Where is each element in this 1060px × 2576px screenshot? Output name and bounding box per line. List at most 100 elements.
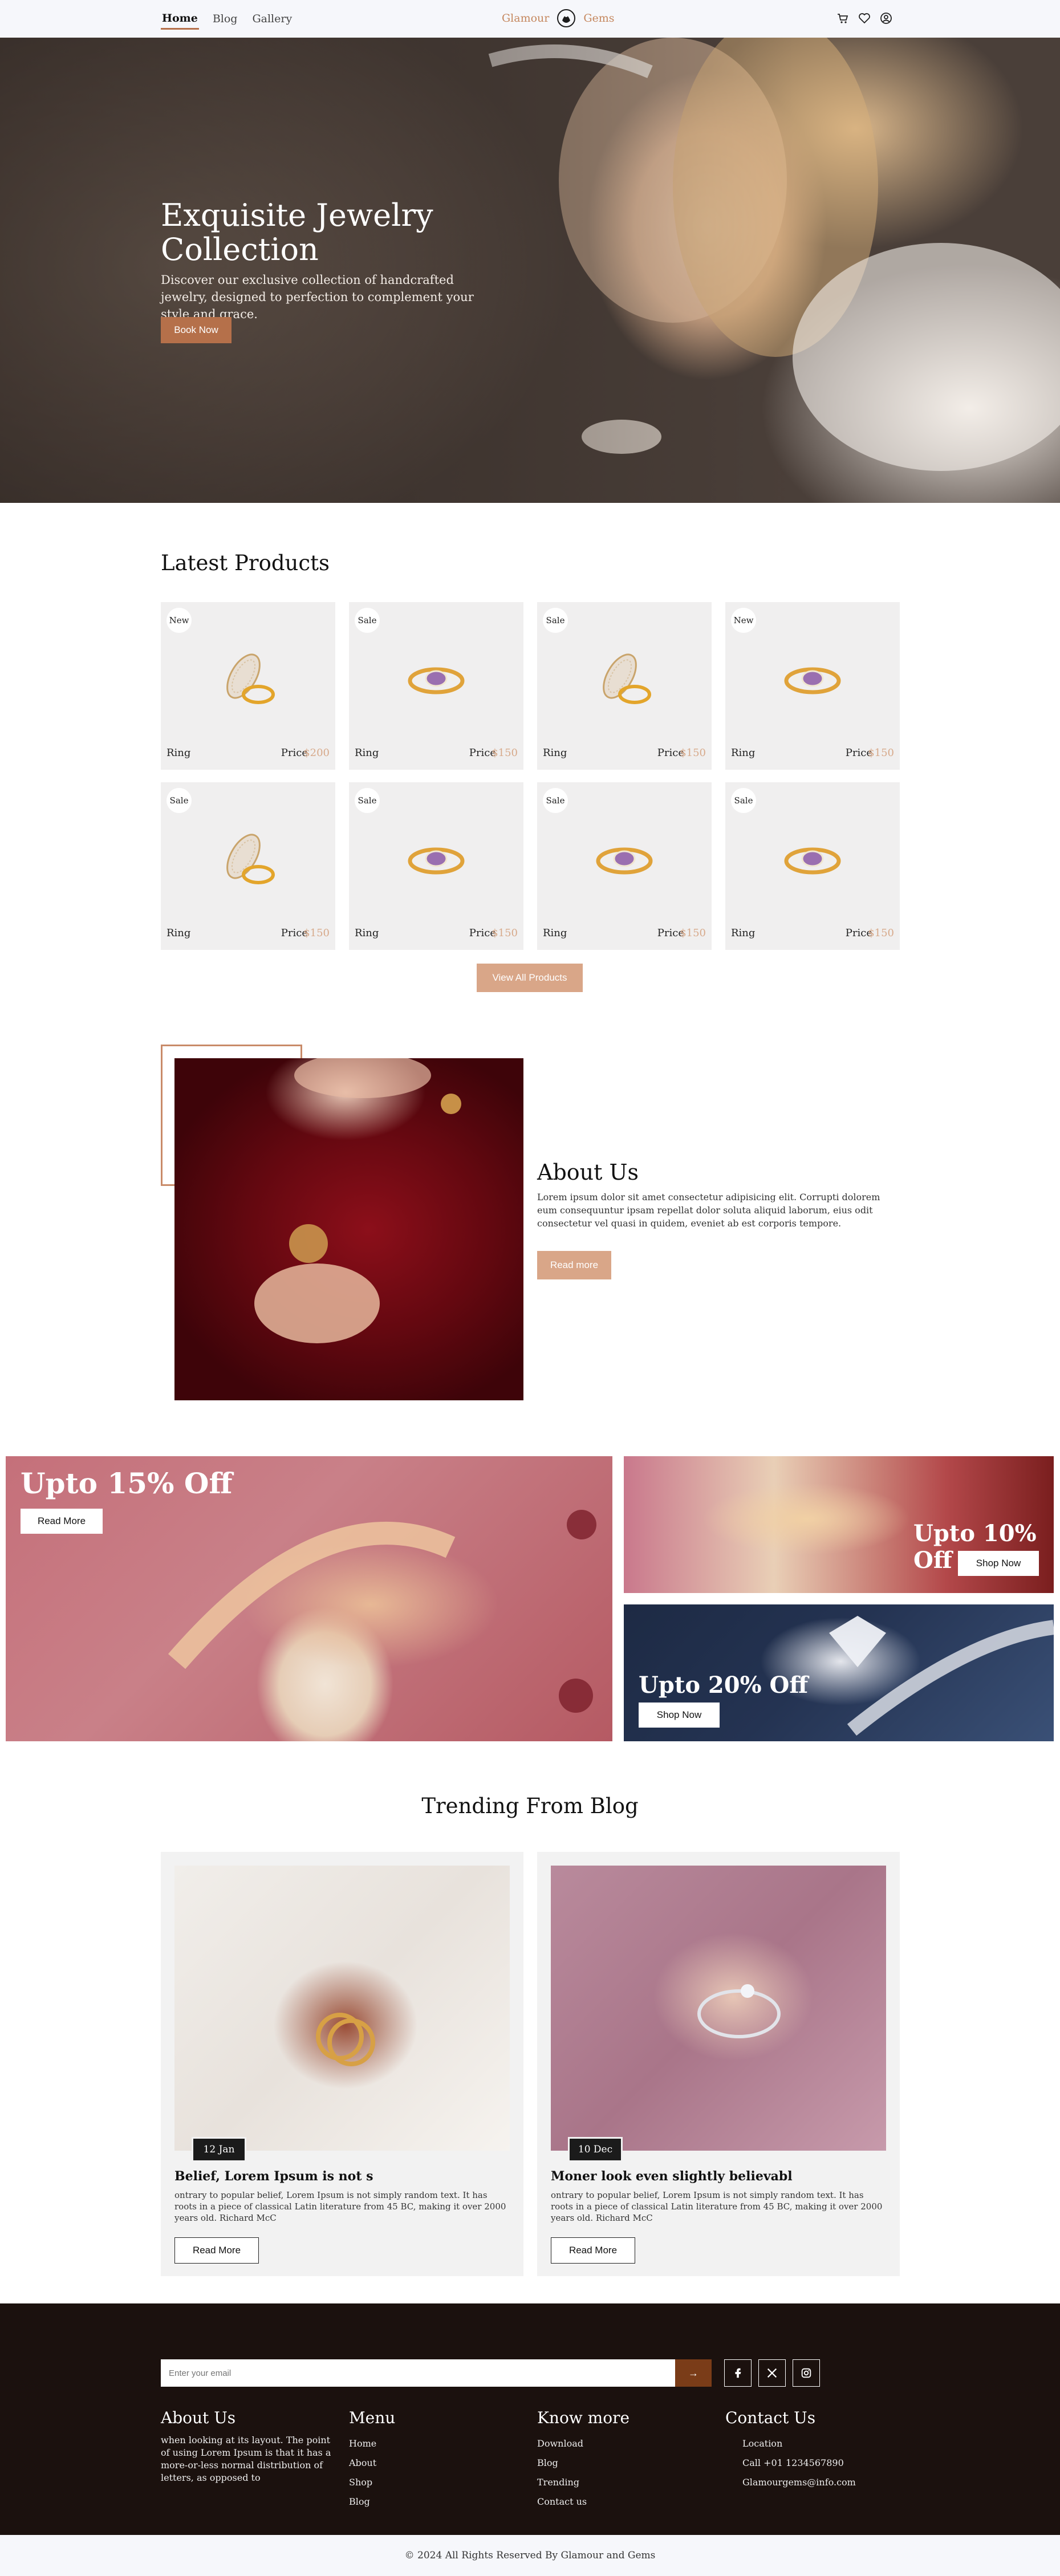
footer-know-contact[interactable]: Contact us [537,2492,629,2512]
offer-20-shop-now-button[interactable]: Shop Now [639,1703,720,1728]
book-now-button[interactable]: Book Now [161,317,232,343]
user-icon[interactable] [879,11,893,25]
product-card[interactable]: Sale Ring Price $150 [161,782,335,950]
product-card[interactable]: Sale Ring Price $150 [349,782,523,950]
product-card[interactable]: Sale Ring Price $150 [537,602,712,770]
product-name: Ring [543,747,567,759]
product-card[interactable]: New Ring Price $150 [725,602,900,770]
ring-image[interactable] [402,829,470,892]
footer-email[interactable]: Glamourgems@info.com [725,2473,856,2492]
blog-read-more-button[interactable]: Read More [551,2237,635,2264]
newsletter-submit-button[interactable]: → [675,2359,712,2387]
nav-blog[interactable]: Blog [212,9,239,29]
hero-title: Exquisite Jewelry Collection [161,197,433,267]
product-badge: Sale [166,788,192,813]
product-card[interactable]: Sale Ring Price $150 [725,782,900,950]
product-price: $150 [868,927,894,939]
about-read-more-button[interactable]: Read more [537,1251,611,1279]
product-badge: New [731,608,756,633]
blog-image[interactable] [174,1866,510,2151]
footer-know-title: Know more [537,2408,630,2427]
product-name: Ring [166,927,191,939]
footer: → About Us when looking at its layout. T… [0,2303,1060,2535]
hero-banner: Exquisite Jewelry Collection Discover ou… [0,38,1060,503]
blog-date-badge: 12 Jan [192,2137,246,2162]
nav-gallery[interactable]: Gallery [251,9,293,29]
brand-name-left: Glamour [502,12,550,25]
heart-icon[interactable] [858,11,871,25]
product-badge: Sale [355,608,380,633]
product-badge: Sale [355,788,380,813]
product-card[interactable]: New Ring Price $200 [161,602,335,770]
offer-banner-20[interactable]: Upto 20% Off Shop Now [624,1604,1054,1741]
footer-location[interactable]: Location [725,2434,856,2453]
footer-menu-title: Menu [349,2408,396,2427]
product-name: Ring [731,927,756,939]
offer-banner-15[interactable]: Upto 15% Off Read More [6,1456,612,1741]
footer-know-trending[interactable]: Trending [537,2473,629,2492]
nav-icons [836,11,893,25]
nav-home[interactable]: Home [161,9,199,30]
footer-menu-home[interactable]: Home [349,2434,395,2453]
blog-post-title[interactable]: Belief, Lorem Ipsum is not s [174,2169,373,2184]
cart-icon[interactable] [836,11,850,25]
about-model-illustration [254,1058,461,1343]
product-price: $150 [868,747,894,759]
ring-image[interactable] [214,829,282,892]
blog-card: 12 Jan Belief, Lorem Ipsum is not s ontr… [161,1852,523,2276]
copyright-bar: © 2024 All Rights Reserved By Glamour an… [0,2535,1060,2576]
blog-read-more-button[interactable]: Read More [174,2237,259,2264]
product-card[interactable]: Sale Ring Price $150 [349,602,523,770]
blog-post-title[interactable]: Moner look even slightly believabl [551,2169,793,2184]
offer-15-read-more-button[interactable]: Read More [21,1509,103,1534]
product-price: $150 [492,747,518,759]
blog-image-illustration [316,2013,375,2066]
hero-overlay [0,38,1060,503]
newsletter-email-input[interactable] [161,2359,675,2387]
view-all-products-button[interactable]: View All Products [477,964,583,992]
footer-know-blog[interactable]: Blog [537,2453,629,2473]
ring-image[interactable] [214,649,282,712]
product-name: Ring [166,747,191,759]
brand-name-right: Gems [583,12,615,25]
product-price: $200 [303,747,330,759]
footer-menu-shop[interactable]: Shop [349,2473,395,2492]
offer-banner-10[interactable]: Upto 10% Off Shop Now [624,1456,1054,1593]
blog-section-title: Trending From Blog [421,1794,639,1818]
brand-logo[interactable]: Glamour Gems [502,8,615,29]
footer-menu: Menu Home About Shop Blog [349,2408,395,2512]
about-image [174,1058,523,1400]
product-badge: Sale [543,788,568,813]
ring-image[interactable] [778,829,847,892]
blog-post-excerpt: ontrary to popular belief, Lorem Ipsum i… [174,2190,506,2223]
ring-image[interactable] [778,649,847,712]
footer-menu-about[interactable]: About [349,2453,395,2473]
footer-know-download[interactable]: Download [537,2434,629,2453]
logo-icon [557,9,576,27]
blog-post-excerpt: ontrary to popular belief, Lorem Ipsum i… [551,2190,883,2223]
product-price: $150 [680,747,706,759]
offer-10-shop-now-button[interactable]: Shop Now [958,1551,1039,1576]
product-name: Ring [731,747,756,759]
ring-image[interactable] [590,649,659,712]
blog-image[interactable] [551,1866,886,2151]
footer-phone[interactable]: Call +01 1234567890 [725,2453,856,2473]
facebook-link[interactable] [724,2359,752,2387]
product-badge: Sale [543,608,568,633]
product-badge: New [166,608,192,633]
instagram-link[interactable] [793,2359,820,2387]
x-icon [767,2368,777,2378]
x-link[interactable] [758,2359,786,2387]
latest-products-title: Latest Products [161,551,330,575]
ring-image[interactable] [590,829,659,892]
footer-about-title: About Us [161,2408,236,2427]
offer-15-title: Upto 15% Off [21,1466,233,1500]
product-badge: Sale [731,788,756,813]
footer-menu-blog[interactable]: Blog [349,2492,395,2512]
blog-date-badge: 10 Dec [568,2137,623,2162]
footer-about-text: when looking at its layout. The point of… [161,2435,331,2483]
footer-about: About Us when looking at its layout. The… [161,2408,332,2484]
ring-image[interactable] [402,649,470,712]
nav-links: Home Blog Gallery [161,0,293,38]
product-card[interactable]: Sale Ring Price $150 [537,782,712,950]
